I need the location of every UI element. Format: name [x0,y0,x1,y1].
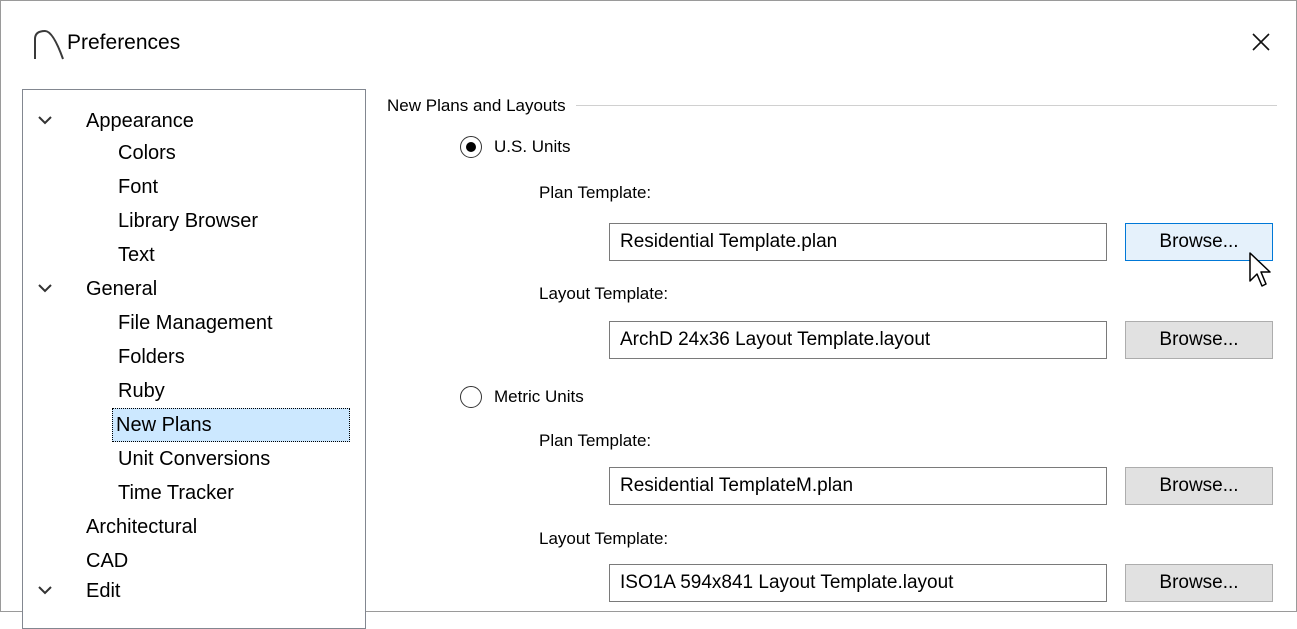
category-tree[interactable]: Appearance Colors Font Library Browser T… [22,89,366,629]
chevron-down-icon[interactable] [37,272,53,306]
us-plan-template-input[interactable] [609,223,1107,261]
tree-item-general[interactable]: General [83,272,160,306]
metric-plan-browse-button[interactable]: Browse... [1125,467,1273,505]
preferences-dialog: Preferences Appearance Colors Font Libra… [0,0,1297,629]
tree-item-folders[interactable]: Folders [115,340,188,374]
chevron-down-icon[interactable] [37,574,53,608]
tree-item-ruby[interactable]: Ruby [115,374,168,408]
tree-item-new-plans[interactable]: New Plans [112,408,350,442]
us-units-label: U.S. Units [494,137,571,156]
metric-layout-browse-button[interactable]: Browse... [1125,564,1273,602]
us-layout-template-label: Layout Template: [539,284,669,303]
metric-plan-template-input[interactable] [609,467,1107,505]
metric-units-label: Metric Units [494,387,584,406]
us-units-radio[interactable]: U.S. Units [460,132,571,162]
metric-plan-template-label: Plan Template: [539,431,652,450]
title-bar: Preferences [1,1,1296,87]
tree-item-architectural[interactable]: Architectural [83,510,200,544]
us-plan-template-label: Plan Template: [539,183,652,202]
metric-layout-template-label: Layout Template: [539,529,669,548]
tree-item-appearance[interactable]: Appearance [83,104,197,138]
close-icon [1252,33,1270,51]
radio-button-unchecked[interactable] [460,386,482,408]
tree-item-file-management[interactable]: File Management [115,306,276,340]
tree-item-colors[interactable]: Colors [115,136,179,170]
metric-layout-template-input[interactable] [609,564,1107,602]
us-layout-template-input[interactable] [609,321,1107,359]
tree-item-edit[interactable]: Edit [83,574,123,608]
metric-units-radio[interactable]: Metric Units [460,382,584,412]
tree-item-unit-conversions[interactable]: Unit Conversions [115,442,273,476]
us-layout-browse-button[interactable]: Browse... [1125,321,1273,359]
tree-item-library-browser[interactable]: Library Browser [115,204,261,238]
tree-item-time-tracker[interactable]: Time Tracker [115,476,237,510]
group-title: New Plans and Layouts [387,93,576,119]
chevron-down-icon[interactable] [37,104,53,138]
window-title: Preferences [67,31,181,54]
tree-item-text[interactable]: Text [115,238,158,272]
tree-item-cad[interactable]: CAD [83,544,131,578]
close-button[interactable] [1244,25,1278,59]
arch-icon [34,29,64,60]
tree-item-font[interactable]: Font [115,170,161,204]
radio-button-checked[interactable] [460,136,482,158]
us-plan-browse-button[interactable]: Browse... [1125,223,1273,261]
